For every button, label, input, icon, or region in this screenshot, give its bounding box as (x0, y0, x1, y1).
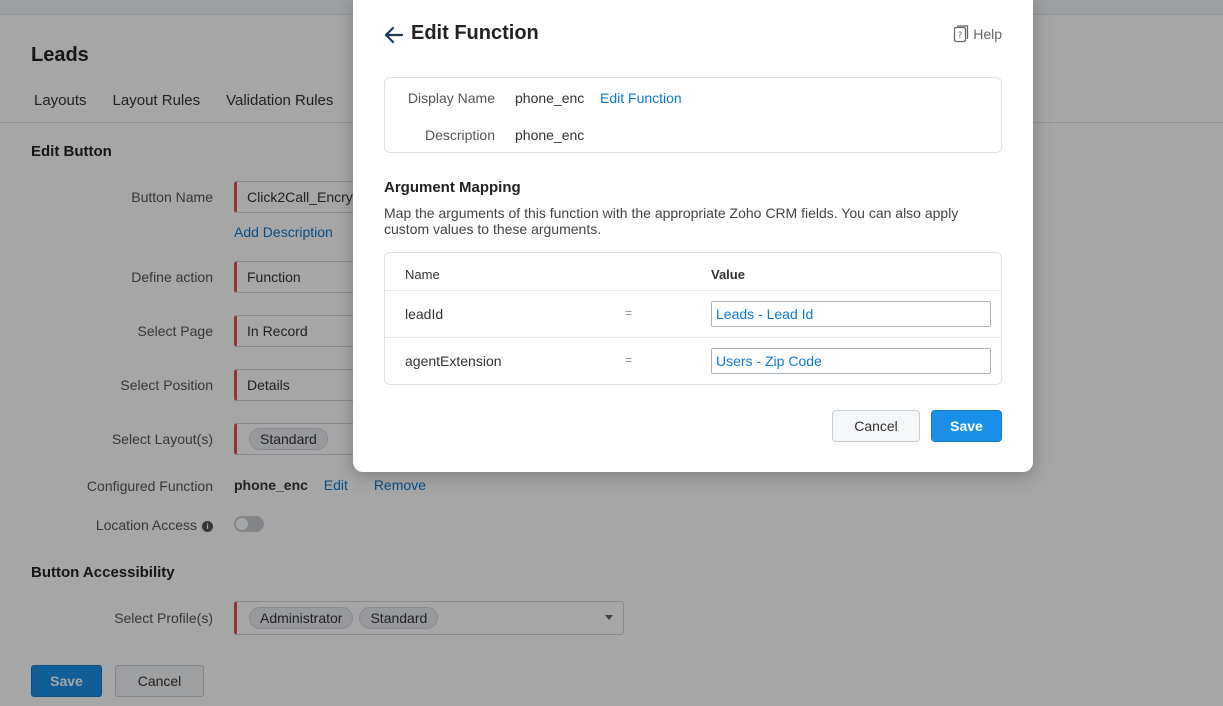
table-row: agentExtension = Users - Zip Code (385, 337, 1001, 385)
argument-name: leadId (405, 306, 444, 322)
modal-save-button[interactable]: Save (931, 410, 1002, 442)
description-label: Description (424, 127, 495, 143)
help-link[interactable]: ? Help (953, 25, 1002, 43)
back-arrow-icon[interactable] (383, 24, 405, 46)
column-header-name: Name (405, 267, 440, 282)
modal-title: Edit Function (411, 22, 539, 44)
help-label: Help (973, 26, 1002, 42)
argument-value: Leads - Lead Id (716, 306, 814, 322)
column-header-value: Value (711, 267, 745, 282)
argument-mapping-title: Argument Mapping (384, 179, 521, 196)
display-name-label: Display Name (407, 90, 495, 106)
description-value: phone_enc (515, 127, 585, 143)
argument-value-input[interactable]: Users - Zip Code (711, 348, 991, 374)
function-info-box: Display Name phone_enc Edit Function Des… (384, 77, 1002, 153)
help-book-icon: ? (954, 25, 969, 43)
table-row: leadId = Leads - Lead Id (385, 290, 1001, 338)
edit-function-modal: Edit Function ? Help Display Name phone_… (353, 0, 1033, 472)
display-name-value: phone_enc (515, 90, 585, 106)
svg-text:?: ? (958, 31, 963, 41)
argument-value-input[interactable]: Leads - Lead Id (711, 301, 991, 327)
argument-mapping-table: Name Value leadId = Leads - Lead Id agen… (384, 252, 1002, 385)
equals-sign: = (625, 353, 633, 367)
argument-name: agentExtension (405, 353, 502, 369)
equals-sign: = (625, 306, 633, 320)
modal-cancel-button[interactable]: Cancel (832, 410, 920, 442)
argument-value: Users - Zip Code (716, 353, 822, 369)
argument-mapping-description: Map the arguments of this function with … (384, 205, 959, 237)
edit-function-name-link[interactable]: Edit Function (600, 90, 682, 106)
